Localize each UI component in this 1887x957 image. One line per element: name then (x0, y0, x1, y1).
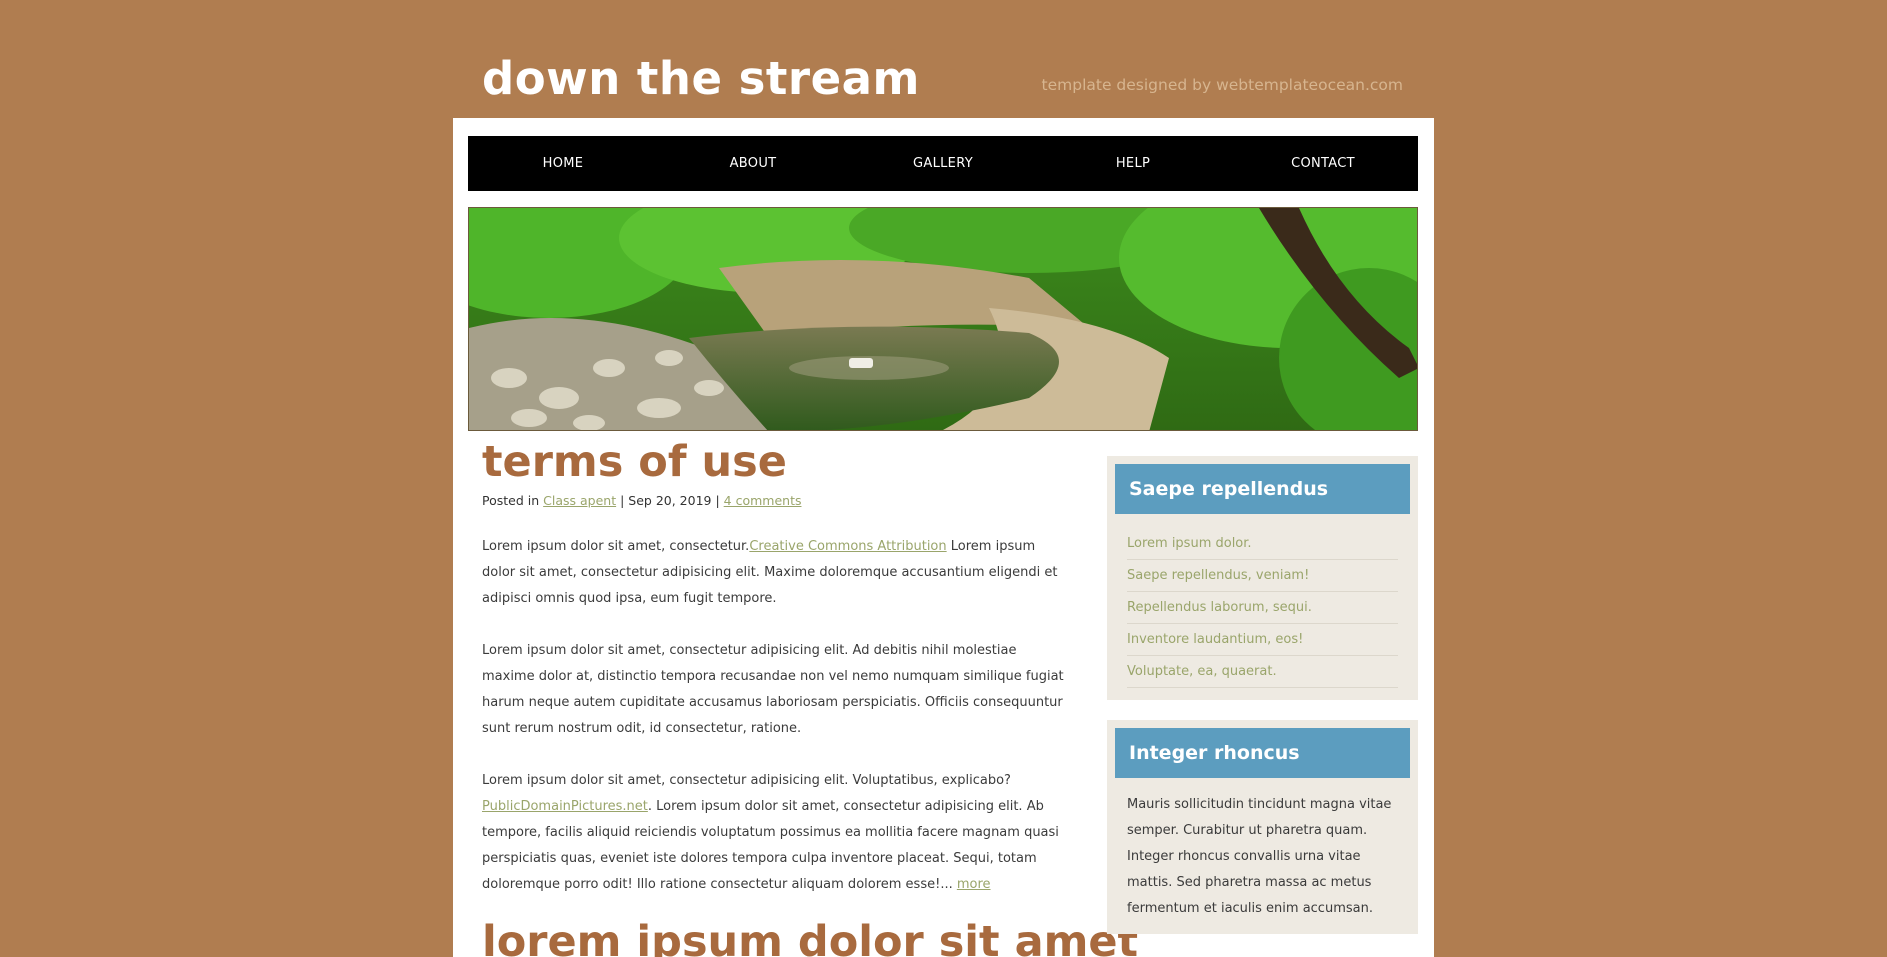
main-content: terms of use Posted in Class apent | Sep… (482, 439, 1138, 957)
widget-title: Saepe repellendus (1115, 464, 1410, 514)
paragraph-text: Lorem ipsum dolor sit amet, consectetur … (482, 773, 1011, 789)
paragraph-1: Lorem ipsum dolor sit amet, consectetur.… (482, 534, 1067, 612)
nav-home[interactable]: HOME (468, 136, 658, 191)
widget-integer-rhoncus: Integer rhoncus Mauris sollicitudin tinc… (1107, 720, 1418, 934)
stream-banner-image (468, 207, 1418, 431)
nav-help[interactable]: HELP (1038, 136, 1228, 191)
template-credit[interactable]: template designed by webtemplateocean.co… (1042, 76, 1403, 94)
widget-link[interactable]: Repellendus laborum, sequi. (1127, 592, 1398, 624)
sidebar: Saepe repellendus Lorem ipsum dolor. Sae… (1107, 456, 1418, 954)
category-link[interactable]: Class apent (543, 493, 616, 508)
more-link[interactable]: more (957, 877, 991, 892)
creative-commons-link[interactable]: Creative Commons Attribution (749, 539, 946, 554)
page: down the stream template designed by web… (0, 0, 1887, 957)
widget-link[interactable]: Voluptate, ea, quaerat. (1127, 656, 1398, 688)
widget-link[interactable]: Inventore laudantium, eos! (1127, 624, 1398, 656)
publicdomainpictures-link[interactable]: PublicDomainPictures.net (482, 799, 648, 814)
nav-about[interactable]: ABOUT (658, 136, 848, 191)
post-meta: Posted in Class apent | Sep 20, 2019 | 4… (482, 493, 1067, 508)
widget-link[interactable]: Saepe repellendus, veniam! (1127, 560, 1398, 592)
site-title[interactable]: down the stream (482, 56, 920, 101)
post-title[interactable]: terms of use (482, 439, 1067, 485)
post-date: Sep 20, 2019 (628, 493, 712, 509)
widget-saepe-repellendus: Saepe repellendus Lorem ipsum dolor. Sae… (1107, 456, 1418, 700)
posted-in-label: Posted in (482, 493, 540, 509)
widget-link-list: Lorem ipsum dolor. Saepe repellendus, ve… (1127, 528, 1398, 688)
nav-contact[interactable]: CONTACT (1228, 136, 1418, 191)
comments-link[interactable]: 4 comments (724, 493, 802, 508)
paragraph-2: Lorem ipsum dolor sit amet, consectetur … (482, 643, 1064, 737)
widget-title: Integer rhoncus (1115, 728, 1410, 778)
paragraph-text: Lorem ipsum dolor sit amet, consectetur. (482, 539, 750, 555)
meta-separator: | (715, 493, 724, 509)
next-post-title[interactable]: lorem ipsum dolor sit amet (482, 919, 1138, 957)
widget-text: Mauris sollicitudin tincidunt magna vita… (1127, 797, 1392, 916)
paragraph-3: Lorem ipsum dolor sit amet, consectetur … (482, 768, 1067, 898)
content-container: HOME ABOUT GALLERY HELP CONTACT terms of… (453, 118, 1434, 957)
main-nav: HOME ABOUT GALLERY HELP CONTACT (468, 136, 1418, 191)
nav-gallery[interactable]: GALLERY (848, 136, 1038, 191)
widget-link[interactable]: Lorem ipsum dolor. (1127, 528, 1398, 560)
post-body: Lorem ipsum dolor sit amet, consectetur.… (482, 534, 1067, 898)
